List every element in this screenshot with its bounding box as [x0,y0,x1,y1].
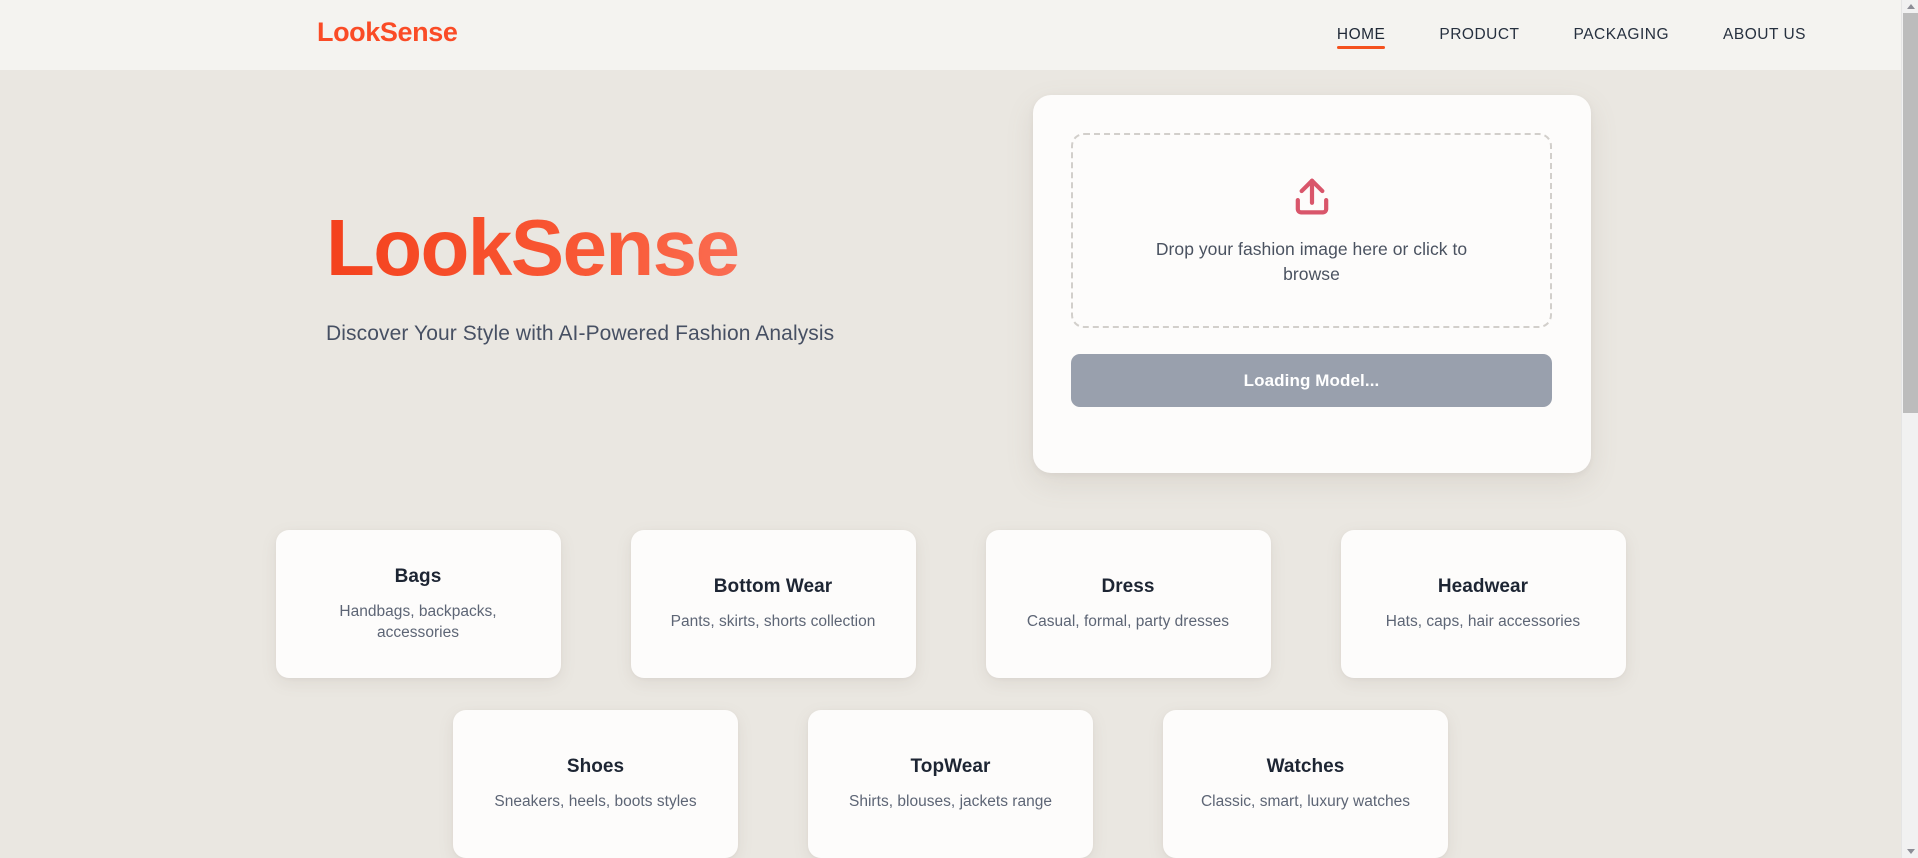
scrollbar-thumb[interactable] [1903,13,1918,413]
hero-section: LookSense Discover Your Style with AI-Po… [0,70,1901,530]
category-title: Shoes [566,756,625,777]
category-description: Sneakers, heels, boots styles [494,793,697,810]
category-description: Casual, formal, party dresses [1026,613,1230,630]
page-title: LookSense [326,202,1026,294]
nav-item-about-us-label: ABOUT US [1723,26,1806,43]
brand-logo[interactable]: LookSense [317,15,458,49]
page-viewport: LookSense HOME PRODUCT PACKAGING ABOUT U… [0,0,1901,858]
nav-item-packaging-label: PACKAGING [1573,26,1670,43]
nav-item-packaging[interactable]: PACKAGING [1547,0,1697,70]
category-title: Bags [394,565,442,587]
category-title: Dress [1101,576,1155,597]
dropzone-instruction-text: Drop your fashion image here or click to… [1155,239,1468,284]
category-row-1: Bags Handbags, backpacks, accessories Bo… [0,530,1901,678]
nav-item-home-label: HOME [1336,26,1386,43]
category-card-topwear[interactable]: TopWear Shirts, blouses, jackets range [808,710,1093,858]
category-title: TopWear [910,756,991,777]
analyze-button[interactable]: Loading Model... [1071,354,1552,407]
category-description: Classic, smart, luxury watches [1200,793,1411,810]
nav-item-product[interactable]: PRODUCT [1412,0,1546,70]
category-description: Handbags, backpacks, accessories [339,602,497,641]
image-dropzone[interactable]: Drop your fashion image here or click to… [1071,133,1552,328]
scroll-up-arrow-icon[interactable] [1902,0,1918,13]
nav-item-about-us[interactable]: ABOUT US [1696,0,1901,70]
site-header: LookSense HOME PRODUCT PACKAGING ABOUT U… [0,0,1901,70]
scroll-down-arrow-icon[interactable] [1902,845,1918,858]
category-card-bottom-wear[interactable]: Bottom Wear Pants, skirts, shorts collec… [630,530,916,678]
upload-icon [1295,178,1328,215]
category-card-dress[interactable]: Dress Casual, formal, party dresses [985,530,1271,678]
hero-text-block: LookSense Discover Your Style with AI-Po… [326,202,1026,349]
vertical-scrollbar[interactable] [1901,0,1918,858]
category-grid: Bags Handbags, backpacks, accessories Bo… [0,530,1901,858]
category-title: Headwear [1437,576,1529,597]
category-title: Watches [1266,756,1345,777]
category-title: Bottom Wear [713,576,833,597]
category-description: Hats, caps, hair accessories [1385,613,1581,630]
category-card-bags[interactable]: Bags Handbags, backpacks, accessories [275,530,561,678]
category-description: Pants, skirts, shorts collection [670,613,876,630]
category-row-2: Shoes Sneakers, heels, boots styles TopW… [0,710,1901,858]
hero-subtitle: Discover Your Style with AI-Powered Fash… [326,322,835,345]
nav-item-product-label: PRODUCT [1439,26,1520,43]
category-card-watches[interactable]: Watches Classic, smart, luxury watches [1163,710,1448,858]
upload-card: Drop your fashion image here or click to… [1033,95,1591,473]
category-description: Shirts, blouses, jackets range [848,793,1053,810]
category-card-shoes[interactable]: Shoes Sneakers, heels, boots styles [453,710,738,858]
nav-active-underline [1336,46,1386,49]
main-navigation: HOME PRODUCT PACKAGING ABOUT US [1310,0,1901,70]
category-card-headwear[interactable]: Headwear Hats, caps, hair accessories [1340,530,1626,678]
nav-item-home[interactable]: HOME [1310,0,1413,70]
